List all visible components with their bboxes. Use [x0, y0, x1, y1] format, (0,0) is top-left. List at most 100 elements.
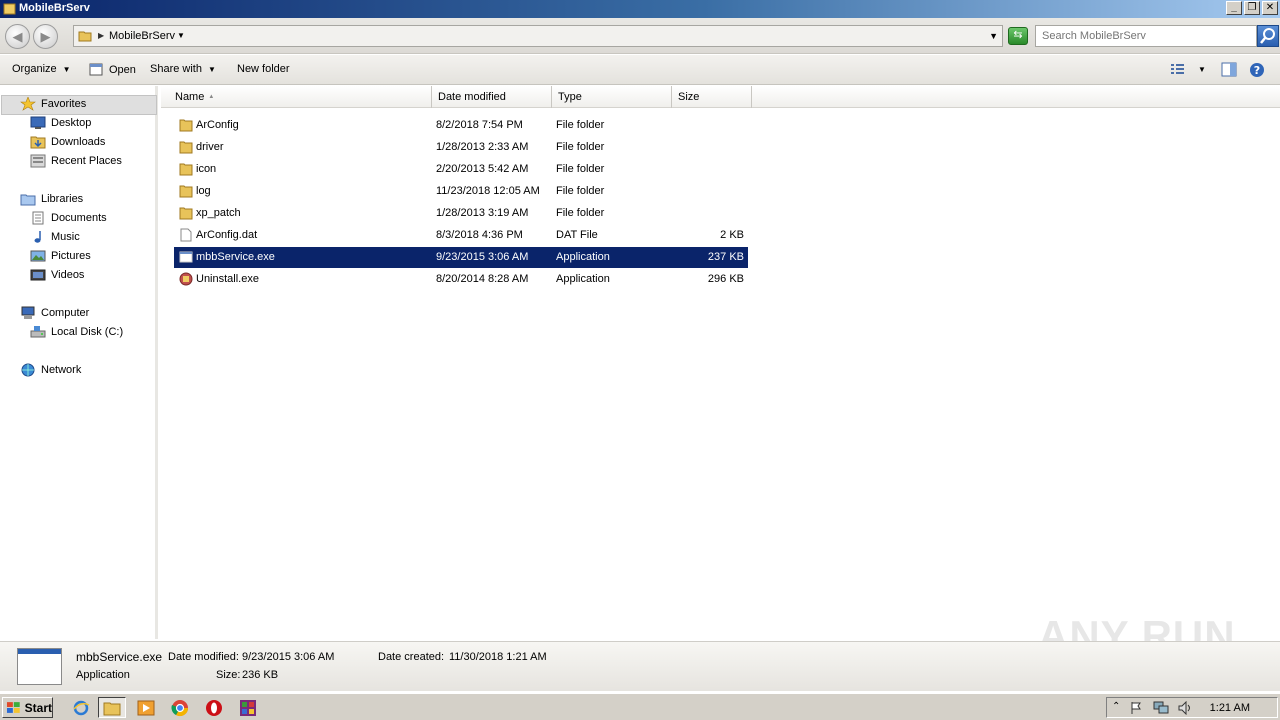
- nav-item-label: Computer: [41, 307, 90, 319]
- column-header-date-modified[interactable]: Date modified: [432, 86, 552, 108]
- address-bar[interactable]: ▶ MobileBrServ ▼ ▼: [73, 25, 1003, 47]
- details-date-created: 11/30/2018 1:21 AM: [449, 651, 547, 663]
- column-header-name[interactable]: Name ▲: [169, 86, 432, 108]
- document-icon: [180, 228, 192, 242]
- help-icon[interactable]: ?: [1249, 62, 1265, 78]
- file-date: 1/28/2013 3:19 AM: [436, 207, 529, 219]
- nav-item-network[interactable]: Network: [20, 363, 81, 377]
- network-icon: [21, 363, 35, 377]
- folder-icon: [179, 119, 193, 132]
- forward-button[interactable]: ▶: [33, 24, 58, 49]
- nav-item-documents[interactable]: Documents: [30, 211, 107, 225]
- navigation-pane[interactable]: Favorites Desktop Downloads Recent Place…: [0, 86, 158, 639]
- search-button[interactable]: [1257, 25, 1279, 47]
- chevron-down-icon: ▼: [207, 64, 216, 74]
- media-player-icon: [137, 700, 155, 715]
- uninstaller-icon: [179, 272, 193, 286]
- column-headers: Name ▲ Date modified Type Size: [161, 86, 1280, 108]
- file-row[interactable]: Uninstall.exe 8/20/2014 8:28 AM Applicat…: [174, 269, 748, 290]
- network-status-icon[interactable]: [1153, 701, 1169, 715]
- new-folder-label: New folder: [237, 63, 290, 75]
- refresh-button[interactable]: ⇆: [1008, 27, 1028, 45]
- breadcrumb-arrow-icon[interactable]: ▶: [98, 31, 104, 40]
- share-with-button[interactable]: Share with ▼: [150, 63, 216, 75]
- file-list[interactable]: Name ▲ Date modified Type Size ArConfig 8…: [161, 86, 1280, 639]
- taskbar-archiver-button[interactable]: [234, 697, 262, 718]
- nav-item-label: Music: [51, 231, 80, 243]
- internet-explorer-icon: [73, 700, 90, 715]
- folder-icon: [179, 141, 193, 154]
- details-size: 236 KB: [242, 669, 279, 681]
- file-row[interactable]: icon 2/20/2013 5:42 AM File folder: [174, 159, 748, 180]
- window-title: MobileBrServ: [19, 2, 90, 14]
- nav-item-libraries[interactable]: Libraries: [20, 192, 83, 206]
- file-date: 8/20/2014 8:28 AM: [436, 273, 529, 285]
- column-header-size[interactable]: Size: [672, 86, 752, 108]
- taskbar-explorer-button[interactable]: [98, 697, 126, 718]
- nav-item-label: Libraries: [41, 193, 84, 205]
- file-name: mbbService.exe: [196, 251, 275, 263]
- action-center-flag-icon[interactable]: [1129, 701, 1143, 715]
- column-header-name-label: Name: [175, 91, 205, 103]
- maximize-button[interactable]: ❐: [1244, 1, 1260, 15]
- details-file-name: mbbService.exe: [76, 650, 163, 664]
- file-row[interactable]: driver 1/28/2013 2:33 AM File folder: [174, 137, 748, 158]
- search-input[interactable]: [1036, 26, 1256, 46]
- details-date-created-label: Date created:: [378, 651, 445, 663]
- taskbar-opera-button[interactable]: [200, 697, 228, 718]
- file-row-selected[interactable]: mbbService.exe 9/23/2015 3:06 AM Applica…: [174, 247, 748, 268]
- nav-item-computer[interactable]: Computer: [20, 306, 89, 320]
- close-button[interactable]: ✕: [1262, 1, 1278, 15]
- computer-icon: [21, 306, 35, 319]
- file-row[interactable]: ArConfig 8/2/2018 7:54 PM File folder: [174, 115, 748, 136]
- nav-item-recent-places[interactable]: Recent Places: [30, 154, 122, 168]
- file-name: xp_patch: [196, 207, 241, 219]
- address-history-dropdown[interactable]: ▼: [989, 31, 998, 41]
- start-button[interactable]: Start: [2, 697, 53, 718]
- file-name: Uninstall.exe: [196, 273, 259, 285]
- back-button[interactable]: ◀: [5, 24, 30, 49]
- file-row[interactable]: xp_patch 1/28/2013 3:19 AM File folder: [174, 203, 748, 224]
- taskbar-media-player-button[interactable]: [132, 697, 160, 718]
- file-type: File folder: [556, 207, 605, 219]
- folder-icon: [179, 163, 193, 176]
- file-date: 9/23/2015 3:06 AM: [436, 251, 529, 263]
- clock[interactable]: 1:21 AM: [1210, 702, 1250, 714]
- taskbar-chrome-button[interactable]: [166, 697, 194, 718]
- column-header-type[interactable]: Type: [552, 86, 672, 108]
- nav-item-desktop[interactable]: Desktop: [30, 116, 91, 130]
- open-icon: [89, 63, 103, 76]
- file-type: Application: [556, 251, 610, 263]
- folder-icon: [103, 702, 121, 715]
- title-bar[interactable]: MobileBrServ _ ❐ ✕: [0, 0, 1280, 18]
- chevron-down-icon: ▼: [62, 64, 71, 74]
- view-options-icon[interactable]: [1170, 62, 1186, 76]
- file-row[interactable]: ArConfig.dat 8/3/2018 4:36 PM DAT File 2…: [174, 225, 748, 246]
- chevron-down-icon[interactable]: ▼: [1198, 65, 1206, 74]
- organize-button[interactable]: Organize ▼: [12, 63, 71, 75]
- file-date: 2/20/2013 5:42 AM: [436, 163, 529, 175]
- nav-item-pictures[interactable]: Pictures: [30, 249, 91, 263]
- start-label: Start: [24, 700, 52, 715]
- nav-item-music[interactable]: Music: [30, 230, 80, 244]
- breadcrumb-mobilebrserv[interactable]: MobileBrServ: [109, 30, 175, 42]
- minimize-button[interactable]: _: [1226, 1, 1242, 15]
- preview-pane-icon[interactable]: [1221, 62, 1237, 77]
- open-button[interactable]: Open: [89, 63, 136, 76]
- nav-item-local-disk[interactable]: Local Disk (C:): [30, 325, 123, 339]
- nav-item-favorites[interactable]: Favorites: [20, 97, 86, 111]
- taskbar: Start ⌃ 1:21 AM: [0, 693, 1280, 720]
- chevron-down-icon[interactable]: ▼: [177, 31, 185, 40]
- file-row[interactable]: log 11/23/2018 12:05 AM File folder: [174, 181, 748, 202]
- nav-item-videos[interactable]: Videos: [30, 268, 84, 282]
- nav-item-downloads[interactable]: Downloads: [30, 135, 105, 149]
- search-box[interactable]: [1035, 25, 1257, 47]
- details-date-modified-label: Date modified:: [168, 651, 239, 663]
- taskbar-ie-button[interactable]: [67, 697, 95, 718]
- show-hidden-icons-button[interactable]: ⌃: [1112, 701, 1120, 712]
- details-pane: mbbService.exe Date modified: 9/23/2015 …: [0, 641, 1280, 691]
- new-folder-button[interactable]: New folder: [237, 63, 290, 75]
- volume-icon[interactable]: [1177, 701, 1193, 715]
- search-icon: [1260, 28, 1275, 44]
- details-file-type: Application: [76, 669, 130, 681]
